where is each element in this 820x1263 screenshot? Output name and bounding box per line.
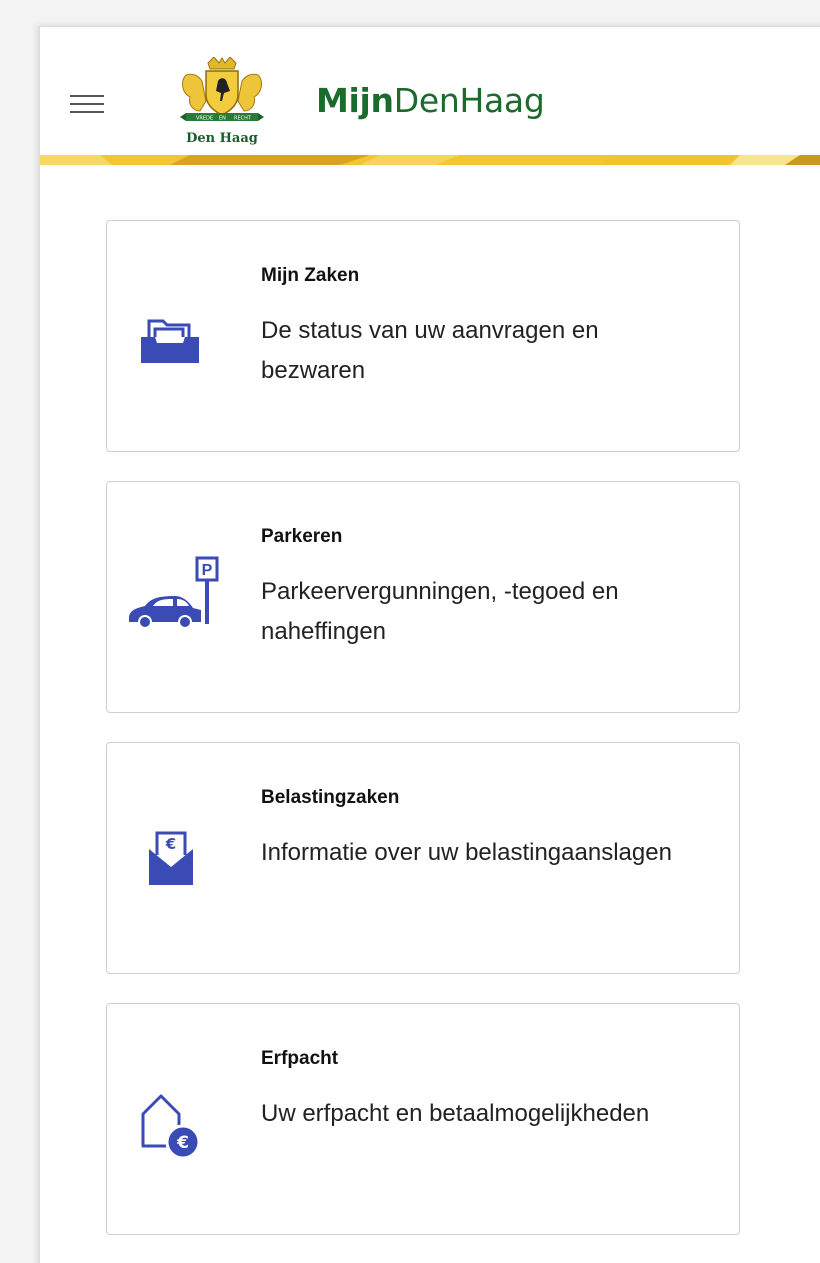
card-parkeren[interactable]: P Parkeren Parkeervergunningen, -tegoed … bbox=[106, 481, 740, 713]
card-title: Belastingzaken bbox=[261, 787, 400, 808]
card-erfpacht[interactable]: € Erfpacht Uw erfpacht en betaalmogelijk… bbox=[106, 1003, 740, 1235]
svg-text:€: € bbox=[176, 1133, 189, 1153]
car-parking-icon: P bbox=[127, 554, 221, 648]
svg-text:€: € bbox=[165, 835, 176, 853]
card-description: Informatie over uw belastingaanslagen bbox=[261, 839, 672, 866]
card-title: Mijn Zaken bbox=[261, 265, 360, 286]
envelope-euro-icon: € bbox=[127, 815, 221, 909]
header: VREDE EN RECHT Den Haag MijnDenHaag bbox=[40, 27, 820, 165]
brand-bold: Mijn bbox=[316, 81, 394, 120]
site-title[interactable]: MijnDenHaag bbox=[316, 81, 545, 120]
logo-caption: Den Haag bbox=[186, 131, 258, 146]
card-title: Parkeren bbox=[261, 526, 343, 547]
svg-text:VREDE: VREDE bbox=[196, 116, 213, 122]
card-title: Erfpacht bbox=[261, 1048, 339, 1069]
card-description: Uw erfpacht en betaalmogelijkheden bbox=[261, 1100, 650, 1127]
card-belastingzaken[interactable]: € Belastingzaken Informatie over uw bela… bbox=[106, 742, 740, 974]
card-description: Parkeervergunningen, -tegoed en naheffin… bbox=[261, 578, 619, 645]
brand-rest: DenHaag bbox=[393, 81, 545, 120]
folder-tray-icon bbox=[127, 293, 221, 387]
card-description: De status van uw aanvragen en bezwaren bbox=[261, 317, 599, 384]
svg-text:P: P bbox=[202, 562, 213, 579]
svg-text:EN: EN bbox=[219, 116, 226, 122]
coat-of-arms-icon: VREDE EN RECHT bbox=[180, 56, 264, 122]
card-mijn-zaken[interactable]: Mijn Zaken De status van uw aanvragen en… bbox=[106, 220, 740, 452]
house-euro-icon: € bbox=[127, 1076, 221, 1170]
app-frame: VREDE EN RECHT Den Haag MijnDenHaag Mijn… bbox=[39, 26, 820, 1263]
header-gold-band bbox=[40, 155, 820, 165]
den-haag-logo[interactable]: VREDE EN RECHT Den Haag bbox=[172, 56, 272, 149]
svg-text:RECHT: RECHT bbox=[234, 116, 252, 122]
hamburger-menu-icon[interactable] bbox=[70, 95, 104, 115]
